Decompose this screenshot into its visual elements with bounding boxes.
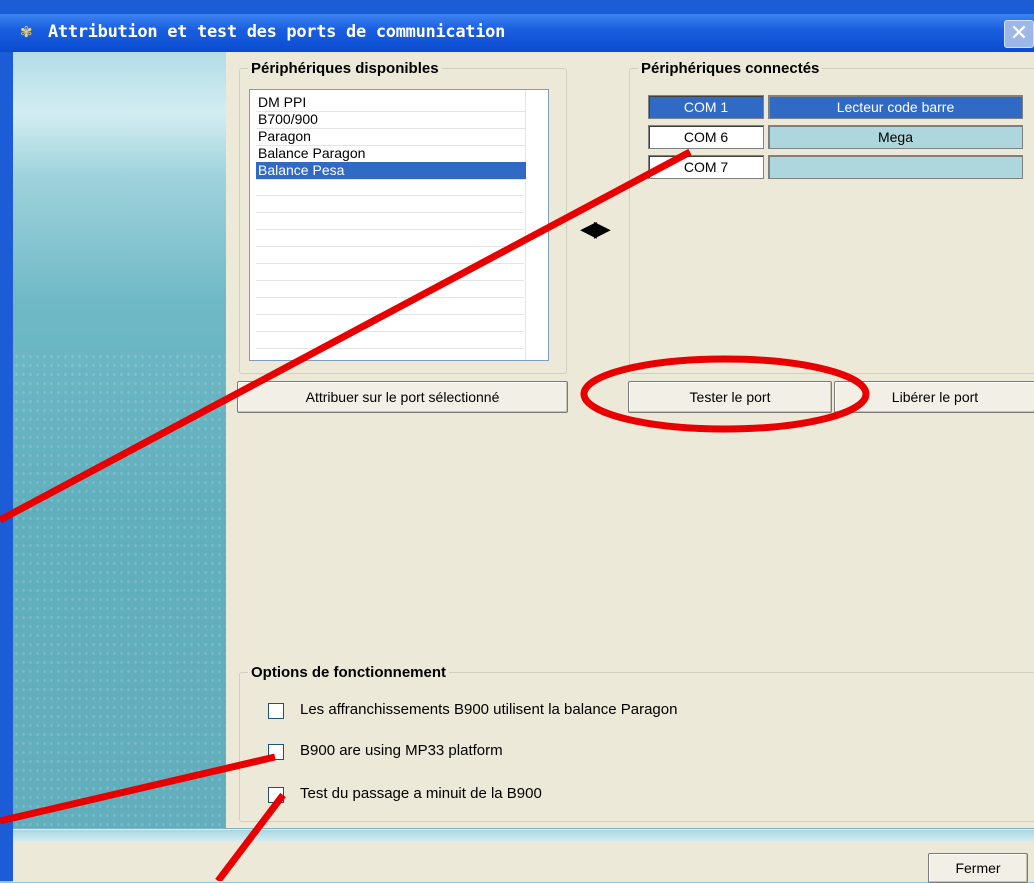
close-icon: ✕ <box>1009 20 1029 45</box>
midnight-test-label: Test du passage a minuit de la B900 <box>300 785 542 802</box>
com-port-cell[interactable]: COM 7 <box>648 155 764 179</box>
assign-port-label: Attribuer sur le port sélectionné <box>305 389 500 405</box>
close-button-label: Fermer <box>955 860 1001 876</box>
empty-list-row <box>256 331 524 332</box>
available-devices-list[interactable]: DM PPI B700/900 Paragon Balance Paragon Bala… <box>249 89 549 361</box>
empty-list-row <box>256 263 524 264</box>
connected-device-cell[interactable]: Lecteur code barre <box>768 95 1023 119</box>
empty-list-row <box>256 348 524 349</box>
device-list-item[interactable]: DM PPI <box>256 94 526 112</box>
device-list-item[interactable]: Paragon <box>256 128 526 146</box>
app-gear-icon: ✾ <box>20 24 33 41</box>
device-list-item[interactable]: Balance Pesa <box>256 162 526 180</box>
release-port-button[interactable]: Libérer le port <box>834 381 1034 413</box>
connected-device-cell[interactable] <box>768 155 1023 179</box>
footer-strip <box>13 830 1034 842</box>
assign-port-button[interactable]: Attribuer sur le port sélectionné <box>237 381 568 413</box>
empty-list-row <box>256 246 524 247</box>
empty-list-row <box>256 229 524 230</box>
midnight-test-checkbox[interactable] <box>268 787 284 803</box>
com-port-cell[interactable]: COM 1 <box>648 95 764 119</box>
close-window-button[interactable]: ✕ <box>1004 20 1034 48</box>
available-devices-legend: Périphériques disponibles <box>251 60 439 77</box>
empty-list-row <box>256 314 524 315</box>
empty-list-row <box>256 280 524 281</box>
mp33-platform-label: B900 are using MP33 platform <box>300 742 503 759</box>
release-port-label: Libérer le port <box>891 389 979 405</box>
paragon-scale-checkbox[interactable] <box>268 703 284 719</box>
connected-device-cell[interactable]: Mega <box>768 125 1023 149</box>
title-bar[interactable]: ✾ Attribution et test des ports de commu… <box>0 14 1034 52</box>
options-legend: Options de fonctionnement <box>251 664 446 681</box>
side-panel-texture <box>13 352 226 828</box>
com-port-cell[interactable]: COM 6 <box>648 125 764 149</box>
device-list-item[interactable]: Balance Paragon <box>256 145 526 163</box>
device-list-item[interactable]: B700/900 <box>256 111 526 129</box>
empty-list-row <box>256 297 524 298</box>
empty-list-row <box>256 212 524 213</box>
transfer-arrows-icon[interactable]: ◀▶ <box>580 216 611 242</box>
decorative-side-panel <box>13 52 226 828</box>
window-title: Attribution et test des ports de communi… <box>48 22 506 42</box>
application-window: ✾ Attribution et test des ports de commu… <box>0 0 1034 883</box>
empty-list-row <box>256 195 524 196</box>
close-button[interactable]: Fermer <box>928 853 1028 883</box>
paragon-scale-label: Les affranchissements B900 utilisent la … <box>300 701 678 718</box>
connected-devices-legend: Périphériques connectés <box>641 60 820 77</box>
mp33-platform-checkbox[interactable] <box>268 744 284 760</box>
test-port-button[interactable]: Tester le port <box>628 381 832 413</box>
test-port-label: Tester le port <box>689 389 771 405</box>
